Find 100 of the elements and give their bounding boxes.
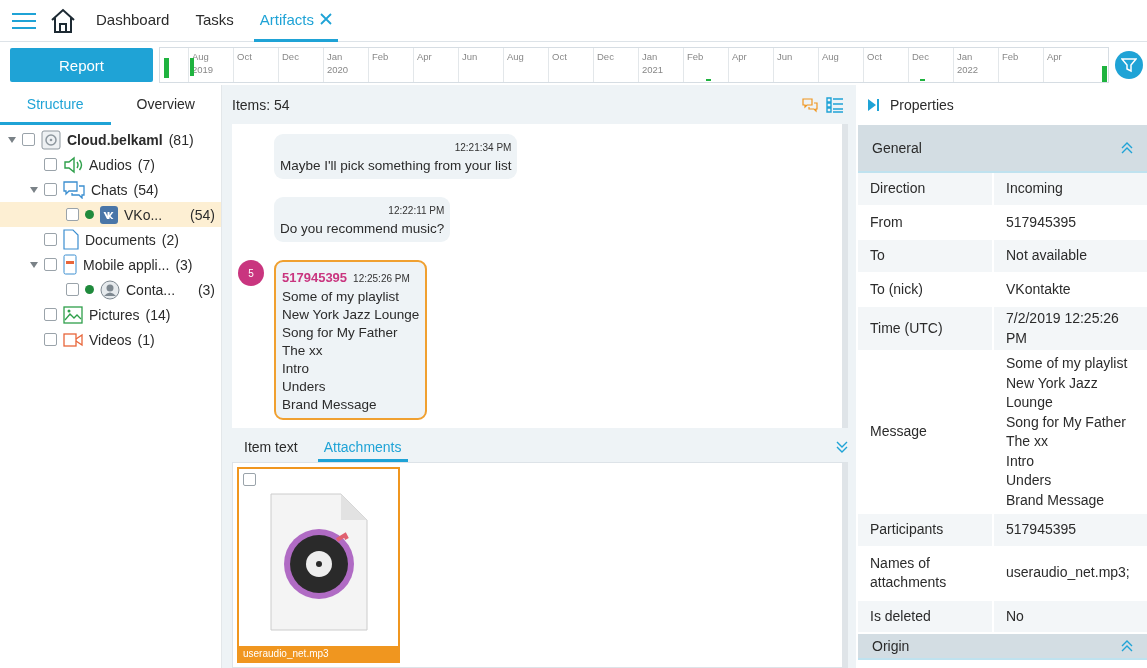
speaker-icon [63,155,83,174]
month-label: Apr [417,50,433,63]
month-label: Feb [687,50,705,63]
checkbox[interactable] [44,258,57,271]
tree-item[interactable]: Mobile appli... (3) [0,252,221,277]
document-icon [63,229,79,250]
year-label: 2021 [642,63,665,76]
tree-item[interactable]: Chats (54) [0,177,221,202]
year-label: 2020 [327,63,350,76]
video-camera-icon [63,331,83,348]
expand-caret-icon[interactable] [8,135,16,144]
month-label: Apr [732,50,748,63]
tree-label: Cloud.belkaml [67,131,163,148]
message-line: Brand Message [282,396,378,415]
checkbox[interactable] [44,183,57,196]
checkbox[interactable] [66,208,79,221]
tree-item[interactable]: Videos (1) [0,327,221,352]
section-header[interactable]: General [858,125,1147,173]
audio-file-icon [268,492,369,632]
tab-label: Dashboard [96,10,170,28]
filter-icon [1121,57,1137,73]
month-label: Aug [822,50,840,63]
collapse-panel-icon[interactable] [868,99,880,111]
chevron-icon[interactable] [1121,142,1133,154]
property-value: No [994,600,1147,632]
property-label: Is deleted [858,600,992,632]
message-line: Some of my playlist [282,288,401,307]
collapse-chevron-icon[interactable] [836,440,848,454]
message-time: 12:21:34 PM [454,142,512,154]
chat-icon [63,180,85,199]
property-value: Incoming [994,173,1147,205]
tree-item[interactable]: Documents (2) [0,227,221,252]
month-label: Aug [192,50,210,63]
month-label: Feb [372,50,390,63]
tree-label: Audios [89,156,132,173]
message-line: Maybe I'll pick something from your list [280,157,512,176]
activity-bar [1102,66,1107,82]
chat-bubble[interactable]: 12:21:34 PM Maybe I'll pick something from your list [274,134,518,180]
property-value: 517945395 [994,514,1147,546]
month-label: Dec [282,50,300,63]
items-count: Items: 54 [232,96,290,113]
picture-icon [63,305,83,324]
property-value: 7/2/2019 12:25:26 PM [994,307,1147,350]
checkbox[interactable] [22,133,35,146]
month-label: Jun [777,50,794,63]
tree-item[interactable]: Cloud.belkaml (81) [0,127,221,152]
chevron-icon[interactable] [1121,640,1133,652]
tree-item[interactable]: Audios (7) [0,152,221,177]
tree-label: Chats [91,181,128,198]
tree-label: Conta... [126,281,176,298]
month-label: Dec [912,50,930,63]
expand-caret-icon[interactable] [30,185,38,194]
panel-title: Properties [890,97,954,113]
month-label: Jun [462,50,479,63]
sender-name: 517945395 [282,270,348,286]
panel-tab[interactable]: Overview [110,85,221,125]
list-view-icon[interactable] [826,96,844,113]
detail-tab[interactable]: Item text [238,439,304,462]
home-icon[interactable] [50,7,76,34]
message-line: Unders [282,378,327,397]
month-label: Oct [867,50,883,63]
checkbox[interactable] [44,333,57,346]
chat-bubble[interactable]: 12:22:11 PM Do you recommend music? [274,197,451,243]
filter-button[interactable] [1115,51,1143,79]
property-label: Participants [858,514,992,546]
checkbox[interactable] [44,233,57,246]
menu-icon[interactable] [12,11,36,30]
tree-item[interactable]: Pictures (14) [0,302,221,327]
checkbox[interactable] [243,473,256,486]
vk-logo-icon [100,205,118,224]
tree-label: Pictures [89,306,140,323]
expand-caret-icon[interactable] [30,260,38,269]
message-number: 5 [238,260,264,287]
tree-label: VKo... [124,206,163,223]
month-label: Oct [237,50,253,63]
activity-bar [190,58,194,76]
tree-item[interactable]: VKo... (54) [0,202,221,227]
section-header[interactable]: Origin [858,634,1147,660]
phone-app-icon [63,254,77,275]
contact-avatar-icon [100,279,120,300]
nav-tab[interactable]: Dashboard [90,0,176,42]
close-icon[interactable] [319,13,332,25]
chat-bubble[interactable]: 517945395 12:25:26 PM Some of my playlist New York Jazz Lounge Song for My Father The xx Intro Unders Brand Message [274,260,428,421]
tab-label: Artifacts [259,10,314,28]
message-line: Intro [282,360,310,379]
message-line: Song for My Father [282,324,399,343]
tree-item[interactable]: Conta... (3) [0,277,221,302]
property-value: Not available [994,240,1147,272]
checkbox[interactable] [44,308,57,321]
checkbox[interactable] [44,158,57,171]
tree-label: Documents [85,231,156,248]
chat-view-icon[interactable] [802,96,818,113]
nav-tab[interactable]: Tasks [189,0,240,42]
message-time: 12:22:11 PM [388,205,445,217]
attachment-name: useraudio_net.mp3 [239,646,398,661]
month-label: Aug [507,50,525,63]
checkbox[interactable] [66,283,79,296]
month-label: Jan [327,50,344,63]
item-count: (7) [137,156,156,173]
year-label: 2022 [957,63,980,76]
